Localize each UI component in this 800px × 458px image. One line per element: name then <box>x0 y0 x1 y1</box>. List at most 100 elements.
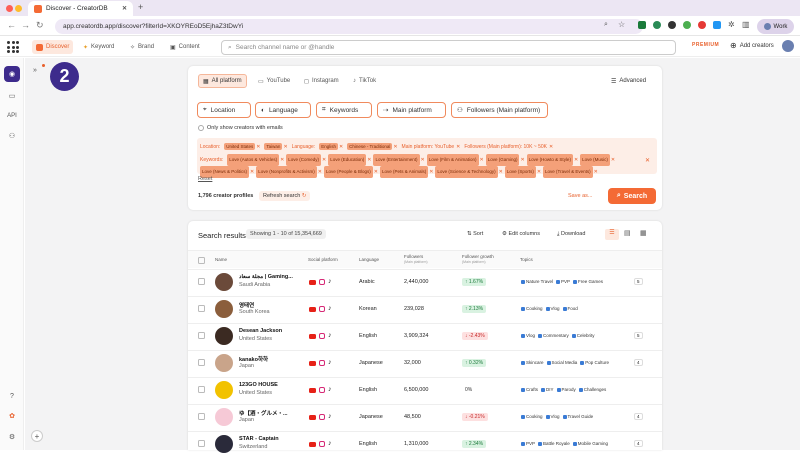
location-filter[interactable]: ⌖ Location <box>197 102 251 118</box>
topic-tag[interactable]: Cooking <box>521 414 543 419</box>
search-button[interactable]: ⌕ Search <box>608 188 656 204</box>
instagram-icon[interactable] <box>319 306 325 312</box>
row-checkbox[interactable] <box>198 332 205 339</box>
zoom-icon[interactable]: ⌕ <box>604 21 608 29</box>
remove-chip-icon[interactable]: ✕ <box>421 157 425 163</box>
nav-tab-discover[interactable]: Discover <box>32 40 74 54</box>
remove-chip-icon[interactable]: ✕ <box>283 144 287 150</box>
forward-icon[interactable]: → <box>21 20 30 30</box>
browser-tab[interactable]: Discover - CreatorDB ✕ <box>28 1 133 16</box>
youtube-icon[interactable] <box>309 441 316 447</box>
topic-tag[interactable]: Vlog <box>521 333 535 338</box>
topic-tag[interactable]: Commentary <box>538 333 569 338</box>
row-checkbox[interactable] <box>198 359 205 366</box>
remove-chip-icon[interactable]: ✕ <box>256 144 260 150</box>
reload-icon[interactable]: ↻ <box>36 20 44 31</box>
sidebar-item-api[interactable]: API <box>4 108 20 124</box>
extension-icon[interactable] <box>638 21 646 29</box>
instagram-icon[interactable] <box>319 387 325 393</box>
remove-chip-icon[interactable]: ✕ <box>393 144 397 150</box>
main-platform-filter[interactable]: ⇢ Main platform <box>377 102 446 118</box>
edit-columns-button[interactable]: ⚙ Edit columns <box>502 231 540 237</box>
close-tab-icon[interactable]: ✕ <box>122 5 127 12</box>
row-checkbox[interactable] <box>198 305 205 312</box>
creator-avatar[interactable] <box>215 300 233 318</box>
clear-keywords-icon[interactable]: ✕ <box>645 157 650 164</box>
sidebar-item-updates[interactable]: ✿ <box>4 408 20 424</box>
save-as-button[interactable]: Save as... <box>568 193 592 199</box>
platform-tab-all[interactable]: ▦ All platform <box>198 74 247 88</box>
topic-tag[interactable]: Mobile Gaming <box>572 441 608 446</box>
remove-chip-icon[interactable]: ✕ <box>520 157 524 163</box>
remove-chip-icon[interactable]: ✕ <box>374 169 378 175</box>
instagram-icon[interactable] <box>319 279 325 285</box>
nav-tab-keyword[interactable]: ✦ Keyword <box>79 40 118 54</box>
creator-avatar[interactable] <box>215 327 233 345</box>
remove-chip-icon[interactable]: ✕ <box>367 157 371 163</box>
close-window-button[interactable] <box>6 5 13 12</box>
email-only-checkbox[interactable]: Only show creators with emails <box>198 125 283 131</box>
youtube-icon[interactable] <box>309 333 316 339</box>
more-topics-count[interactable]: 4 <box>634 359 643 366</box>
creator-avatar[interactable] <box>215 354 233 372</box>
remove-chip-icon[interactable]: ✕ <box>537 169 541 175</box>
topic-tag[interactable]: Nature Travel <box>521 279 553 284</box>
remove-chip-icon[interactable]: ✕ <box>250 169 254 175</box>
youtube-icon[interactable] <box>309 360 316 366</box>
instagram-icon[interactable] <box>319 414 325 420</box>
reset-link[interactable]: Reset <box>198 176 212 182</box>
remove-chip-icon[interactable]: ✕ <box>456 144 460 150</box>
topic-tag[interactable]: Free Games <box>573 279 603 284</box>
refresh-search-button[interactable]: Refresh search ↻ <box>259 191 311 201</box>
minimize-window-button[interactable] <box>15 5 22 12</box>
instagram-icon[interactable] <box>319 333 325 339</box>
table-view-icon[interactable]: ▤ <box>624 229 631 237</box>
apps-grid-icon[interactable] <box>7 41 19 53</box>
more-topics-count[interactable]: 4 <box>634 413 643 420</box>
sidebar-item-settings[interactable]: ⚙ <box>4 429 20 445</box>
topic-tag[interactable]: Vlog <box>545 306 560 311</box>
topic-tag[interactable]: Skincare <box>521 360 544 365</box>
advanced-button[interactable]: ☰ Advanced <box>611 78 646 85</box>
creator-avatar[interactable] <box>215 381 233 399</box>
creator-avatar[interactable] <box>215 408 233 426</box>
profile-button[interactable]: Work <box>757 19 794 34</box>
tiktok-icon[interactable]: ♪ <box>328 305 332 312</box>
user-avatar[interactable] <box>782 40 794 52</box>
remove-chip-icon[interactable]: ✕ <box>480 157 484 163</box>
youtube-icon[interactable] <box>309 414 316 420</box>
platform-tab-instagram[interactable]: ◻ Instagram <box>300 74 343 88</box>
more-topics-count[interactable]: 4 <box>634 440 643 447</box>
tiktok-icon[interactable]: ♪ <box>328 278 332 285</box>
tiktok-icon[interactable]: ♪ <box>328 332 332 339</box>
sidebar-item-help[interactable]: ? <box>4 388 20 404</box>
sidebar-item-folders[interactable]: ▭ <box>4 88 20 104</box>
back-icon[interactable]: ← <box>7 20 16 30</box>
url-bar[interactable]: app.creatordb.app/discover?filterId=XKOY… <box>55 19 643 34</box>
youtube-icon[interactable] <box>309 279 316 285</box>
row-checkbox[interactable] <box>198 413 205 420</box>
platform-tab-tiktok[interactable]: ♪ TikTok <box>349 74 380 88</box>
nav-tab-content[interactable]: ▣ Content <box>166 40 204 54</box>
extension-icon[interactable] <box>653 21 661 29</box>
creator-name[interactable]: مجلة سعاد | Gaming... <box>239 274 304 280</box>
bookmark-star-icon[interactable]: ☆ <box>618 20 625 29</box>
topic-tag[interactable]: Battle Royale <box>538 441 570 446</box>
download-button[interactable]: ⤓ Download <box>557 231 585 238</box>
sort-button[interactable]: ⇅ Sort <box>467 231 483 237</box>
youtube-icon[interactable] <box>309 306 316 312</box>
sidepanel-icon[interactable]: ▥ <box>742 20 750 29</box>
row-checkbox[interactable] <box>198 386 205 393</box>
more-topics-count[interactable]: 5 <box>634 332 643 339</box>
list-view-icon[interactable]: ☰ <box>605 229 619 240</box>
topic-tag[interactable]: DIY <box>541 387 554 392</box>
remove-chip-icon[interactable]: ✕ <box>280 157 284 163</box>
extensions-puzzle-icon[interactable]: ✲ <box>728 20 735 29</box>
sidebar-item-users[interactable]: ⚇ <box>4 128 20 144</box>
nav-tab-brand[interactable]: ✧ Brand <box>126 40 158 54</box>
topic-tag[interactable]: Food <box>562 306 578 311</box>
tiktok-icon[interactable]: ♪ <box>328 386 332 393</box>
instagram-icon[interactable] <box>319 441 325 447</box>
extension-icon[interactable] <box>668 21 676 29</box>
extension-icon[interactable] <box>713 21 721 29</box>
